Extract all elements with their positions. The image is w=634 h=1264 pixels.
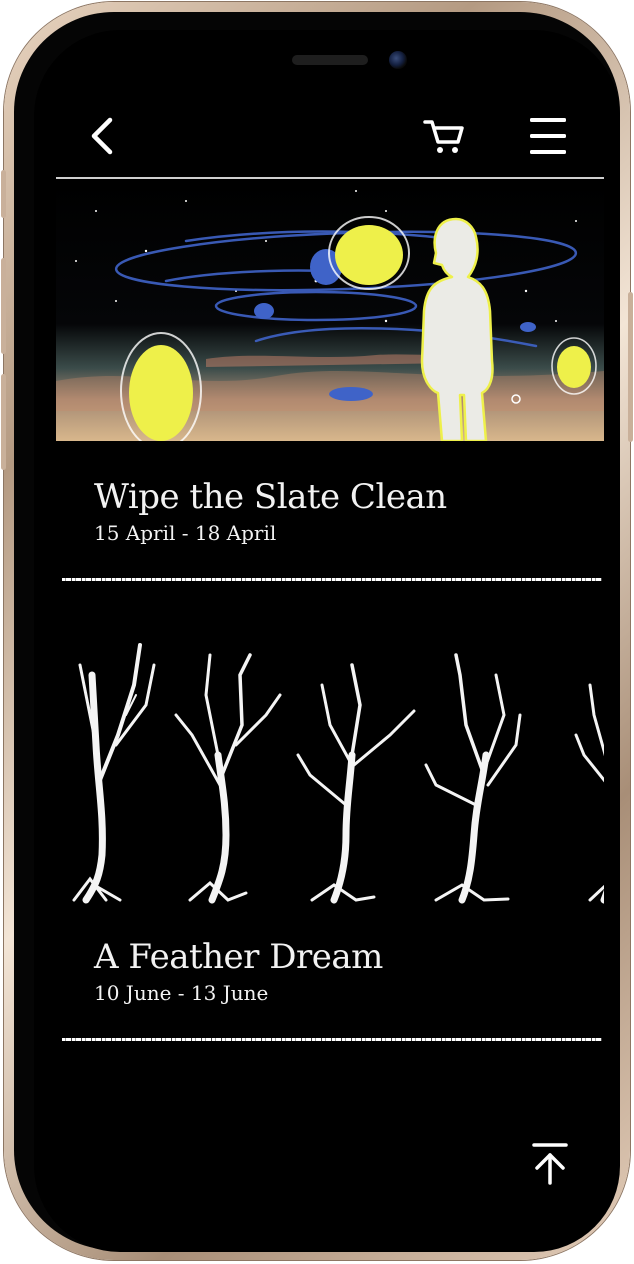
phone-frame: Wipe the Slate Clean 15 April - 18 April [1,2,633,1260]
arrow-up-to-top-icon [532,1143,568,1185]
exhibition-title-1[interactable]: Wipe the Slate Clean [94,480,447,514]
cart-button[interactable] [422,116,466,156]
cart-icon [423,120,464,153]
exhibition-card-image-2[interactable] [56,635,604,905]
volume-up-button [1,258,6,354]
menu-button[interactable] [526,116,570,156]
phone-bezel: Wipe the Slate Clean 15 April - 18 April [14,12,620,1252]
exhibition-card-image-1[interactable] [56,181,604,441]
exhibition-dates-2: 10 June - 13 June [94,981,269,1005]
hamburger-menu-icon [530,118,566,154]
section-divider-2 [62,1038,602,1041]
power-button [628,292,633,442]
exhibition-title-2[interactable]: A Feather Dream [94,940,383,974]
back-to-top-button[interactable] [530,1142,570,1186]
figure-with-yellow-orbs-artwork [56,181,604,441]
mute-switch [1,170,6,218]
exhibition-dates-1: 15 April - 18 April [94,521,277,545]
volume-down-button [1,374,6,470]
speaker-grille [292,55,368,65]
back-arrow-icon [91,117,113,155]
back-button[interactable] [86,114,122,158]
front-camera [389,51,407,69]
app-screen: Wipe the Slate Clean 15 April - 18 April [34,30,620,1252]
white-trees-artwork [72,643,604,904]
header-divider [56,177,604,179]
section-divider-1 [62,578,602,581]
